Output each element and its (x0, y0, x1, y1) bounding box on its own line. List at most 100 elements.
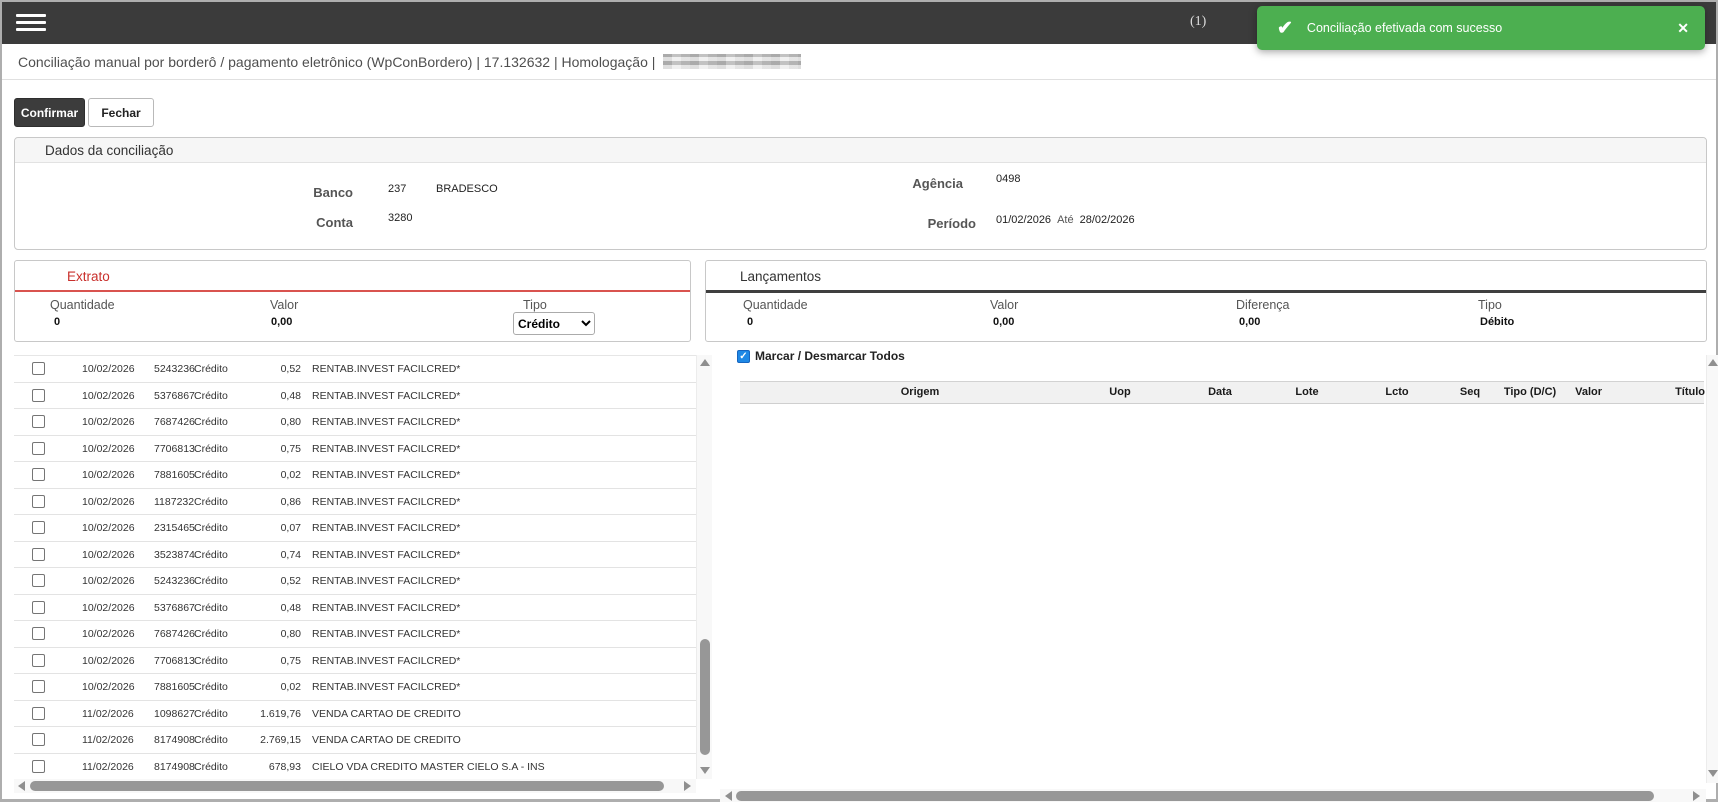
column-header-valor: Valor (1562, 386, 1602, 398)
row-document: 3523874 (154, 549, 195, 561)
success-toast: ✔ Conciliação efetivada com sucesso ✕ (1257, 6, 1705, 50)
extrato-vscroll-thumb[interactable] (700, 639, 710, 755)
row-historico: RENTAB.INVEST FACILCRED* (312, 681, 460, 693)
row-valor: 1.619,76 (214, 708, 301, 720)
row-checkbox[interactable] (32, 468, 45, 481)
row-valor: 0,75 (214, 655, 301, 667)
lancamentos-quantidade-label: Quantidade (743, 298, 808, 312)
conta-value: 3280 (388, 212, 412, 224)
extrato-hscroll-thumb[interactable] (30, 781, 664, 791)
row-date: 11/02/2026 (82, 708, 134, 720)
row-valor: 0,80 (214, 416, 301, 428)
lancamentos-vertical-scrollbar[interactable] (1706, 355, 1718, 783)
row-historico: RENTAB.INVEST FACILCRED* (312, 416, 460, 428)
row-historico: RENTAB.INVEST FACILCRED* (312, 443, 460, 455)
row-historico: RENTAB.INVEST FACILCRED* (312, 390, 460, 402)
row-checkbox[interactable] (32, 389, 45, 402)
row-valor: 678,93 (214, 761, 301, 773)
extrato-table-row: 11/02/2026 8174908 Crédito 2.769,15 VEND… (14, 727, 696, 754)
periodo-start: 01/02/2026 (996, 214, 1051, 226)
lancamentos-underline (706, 290, 1706, 293)
scroll-down-arrow[interactable] (1708, 770, 1718, 777)
toast-message: Conciliação efetivada com sucesso (1307, 21, 1502, 35)
row-historico: VENDA CARTAO DE CREDITO (312, 708, 461, 720)
row-checkbox[interactable] (32, 521, 45, 534)
scroll-up-arrow[interactable] (700, 359, 710, 366)
periodo-label: Período (876, 216, 976, 231)
confirm-button[interactable]: Confirmar (14, 98, 85, 127)
row-checkbox[interactable] (32, 495, 45, 508)
row-valor: 0,02 (214, 681, 301, 693)
row-checkbox[interactable] (32, 707, 45, 720)
scroll-right-arrow[interactable] (684, 781, 691, 791)
close-icon[interactable]: ✕ (1677, 20, 1689, 37)
row-checkbox[interactable] (32, 442, 45, 455)
row-document: 1187232 (154, 496, 194, 508)
lancamentos-panel: Lançamentos Quantidade 0 Valor 0,00 Dife… (705, 260, 1707, 342)
scroll-left-arrow[interactable] (725, 791, 732, 801)
row-checkbox[interactable] (32, 574, 45, 587)
notification-count[interactable]: (1) (1190, 14, 1206, 30)
hamburger-menu-icon[interactable] (16, 14, 46, 33)
row-historico: RENTAB.INVEST FACILCRED* (312, 363, 460, 375)
row-checkbox[interactable] (32, 548, 45, 561)
extrato-table: 10/02/2026 5243236 Crédito 0,52 RENTAB.I… (14, 355, 696, 780)
row-checkbox[interactable] (32, 760, 45, 773)
row-checkbox[interactable] (32, 654, 45, 667)
column-header-data: Data (1172, 386, 1268, 398)
banco-code: 237 (388, 183, 406, 195)
row-valor: 2.769,15 (214, 734, 301, 746)
row-valor: 0,75 (214, 443, 301, 455)
lancamentos-valor-value: 0,00 (993, 316, 1014, 328)
extrato-horizontal-scrollbar[interactable] (14, 779, 696, 793)
lancamentos-quantidade-value: 0 (747, 316, 753, 328)
scroll-up-arrow[interactable] (1708, 359, 1718, 366)
row-date: 11/02/2026 (82, 734, 134, 746)
row-checkbox[interactable] (32, 601, 45, 614)
lancamentos-horizontal-scrollbar[interactable] (720, 789, 1706, 802)
extrato-table-row: 10/02/2026 7706813 Crédito 0,75 RENTAB.I… (14, 436, 696, 463)
row-document: 7687426 (154, 416, 195, 428)
row-checkbox[interactable] (32, 362, 45, 375)
row-valor: 0,52 (214, 575, 301, 587)
extrato-vertical-scrollbar[interactable] (696, 355, 712, 779)
check-icon: ✔ (1277, 17, 1293, 40)
row-checkbox[interactable] (32, 627, 45, 640)
scroll-down-arrow[interactable] (700, 767, 710, 774)
row-checkbox[interactable] (32, 733, 45, 746)
lancamentos-valor-label: Valor (990, 298, 1018, 312)
row-date: 10/02/2026 (82, 655, 135, 667)
row-date: 10/02/2026 (82, 363, 135, 375)
row-document: 1098627 (154, 708, 195, 720)
lancamentos-diferenca-value: 0,00 (1239, 316, 1260, 328)
extrato-title: Extrato (67, 269, 110, 284)
extrato-tipo-label: Tipo (523, 298, 547, 312)
extrato-table-row: 10/02/2026 5243236 Crédito 0,52 RENTAB.I… (14, 356, 696, 383)
row-historico: RENTAB.INVEST FACILCRED* (312, 628, 460, 640)
agencia-label: Agência (863, 176, 963, 191)
row-historico: RENTAB.INVEST FACILCRED* (312, 602, 460, 614)
row-document: 8174908 (154, 734, 195, 746)
scroll-right-arrow[interactable] (1693, 791, 1700, 801)
row-date: 10/02/2026 (82, 549, 135, 561)
extrato-table-row: 10/02/2026 7687426 Crédito 0,80 RENTAB.I… (14, 409, 696, 436)
tipo-select[interactable]: Crédito (513, 312, 595, 335)
fechar-button[interactable]: Fechar (88, 98, 154, 127)
lancamentos-hscroll-thumb[interactable] (736, 791, 1654, 801)
extrato-quantidade-value: 0 (54, 316, 60, 328)
extrato-table-row: 10/02/2026 5376867 Crédito 0,48 RENTAB.I… (14, 383, 696, 410)
row-document: 7706813 (154, 655, 195, 667)
select-all-checkbox[interactable] (737, 350, 750, 363)
row-historico: RENTAB.INVEST FACILCRED* (312, 655, 460, 667)
row-document: 7687426 (154, 628, 195, 640)
periodo-ate-label: Até (1051, 214, 1080, 226)
row-checkbox[interactable] (32, 680, 45, 693)
periodo-end: 28/02/2026 (1080, 214, 1135, 226)
scroll-left-arrow[interactable] (18, 781, 25, 791)
row-valor: 0,74 (214, 549, 301, 561)
row-historico: RENTAB.INVEST FACILCRED* (312, 549, 460, 561)
extrato-table-row: 10/02/2026 3523874 Crédito 0,74 RENTAB.I… (14, 542, 696, 569)
column-header-uop: Uop (1070, 386, 1170, 398)
column-header-lote: Lote (1262, 386, 1352, 398)
row-checkbox[interactable] (32, 415, 45, 428)
